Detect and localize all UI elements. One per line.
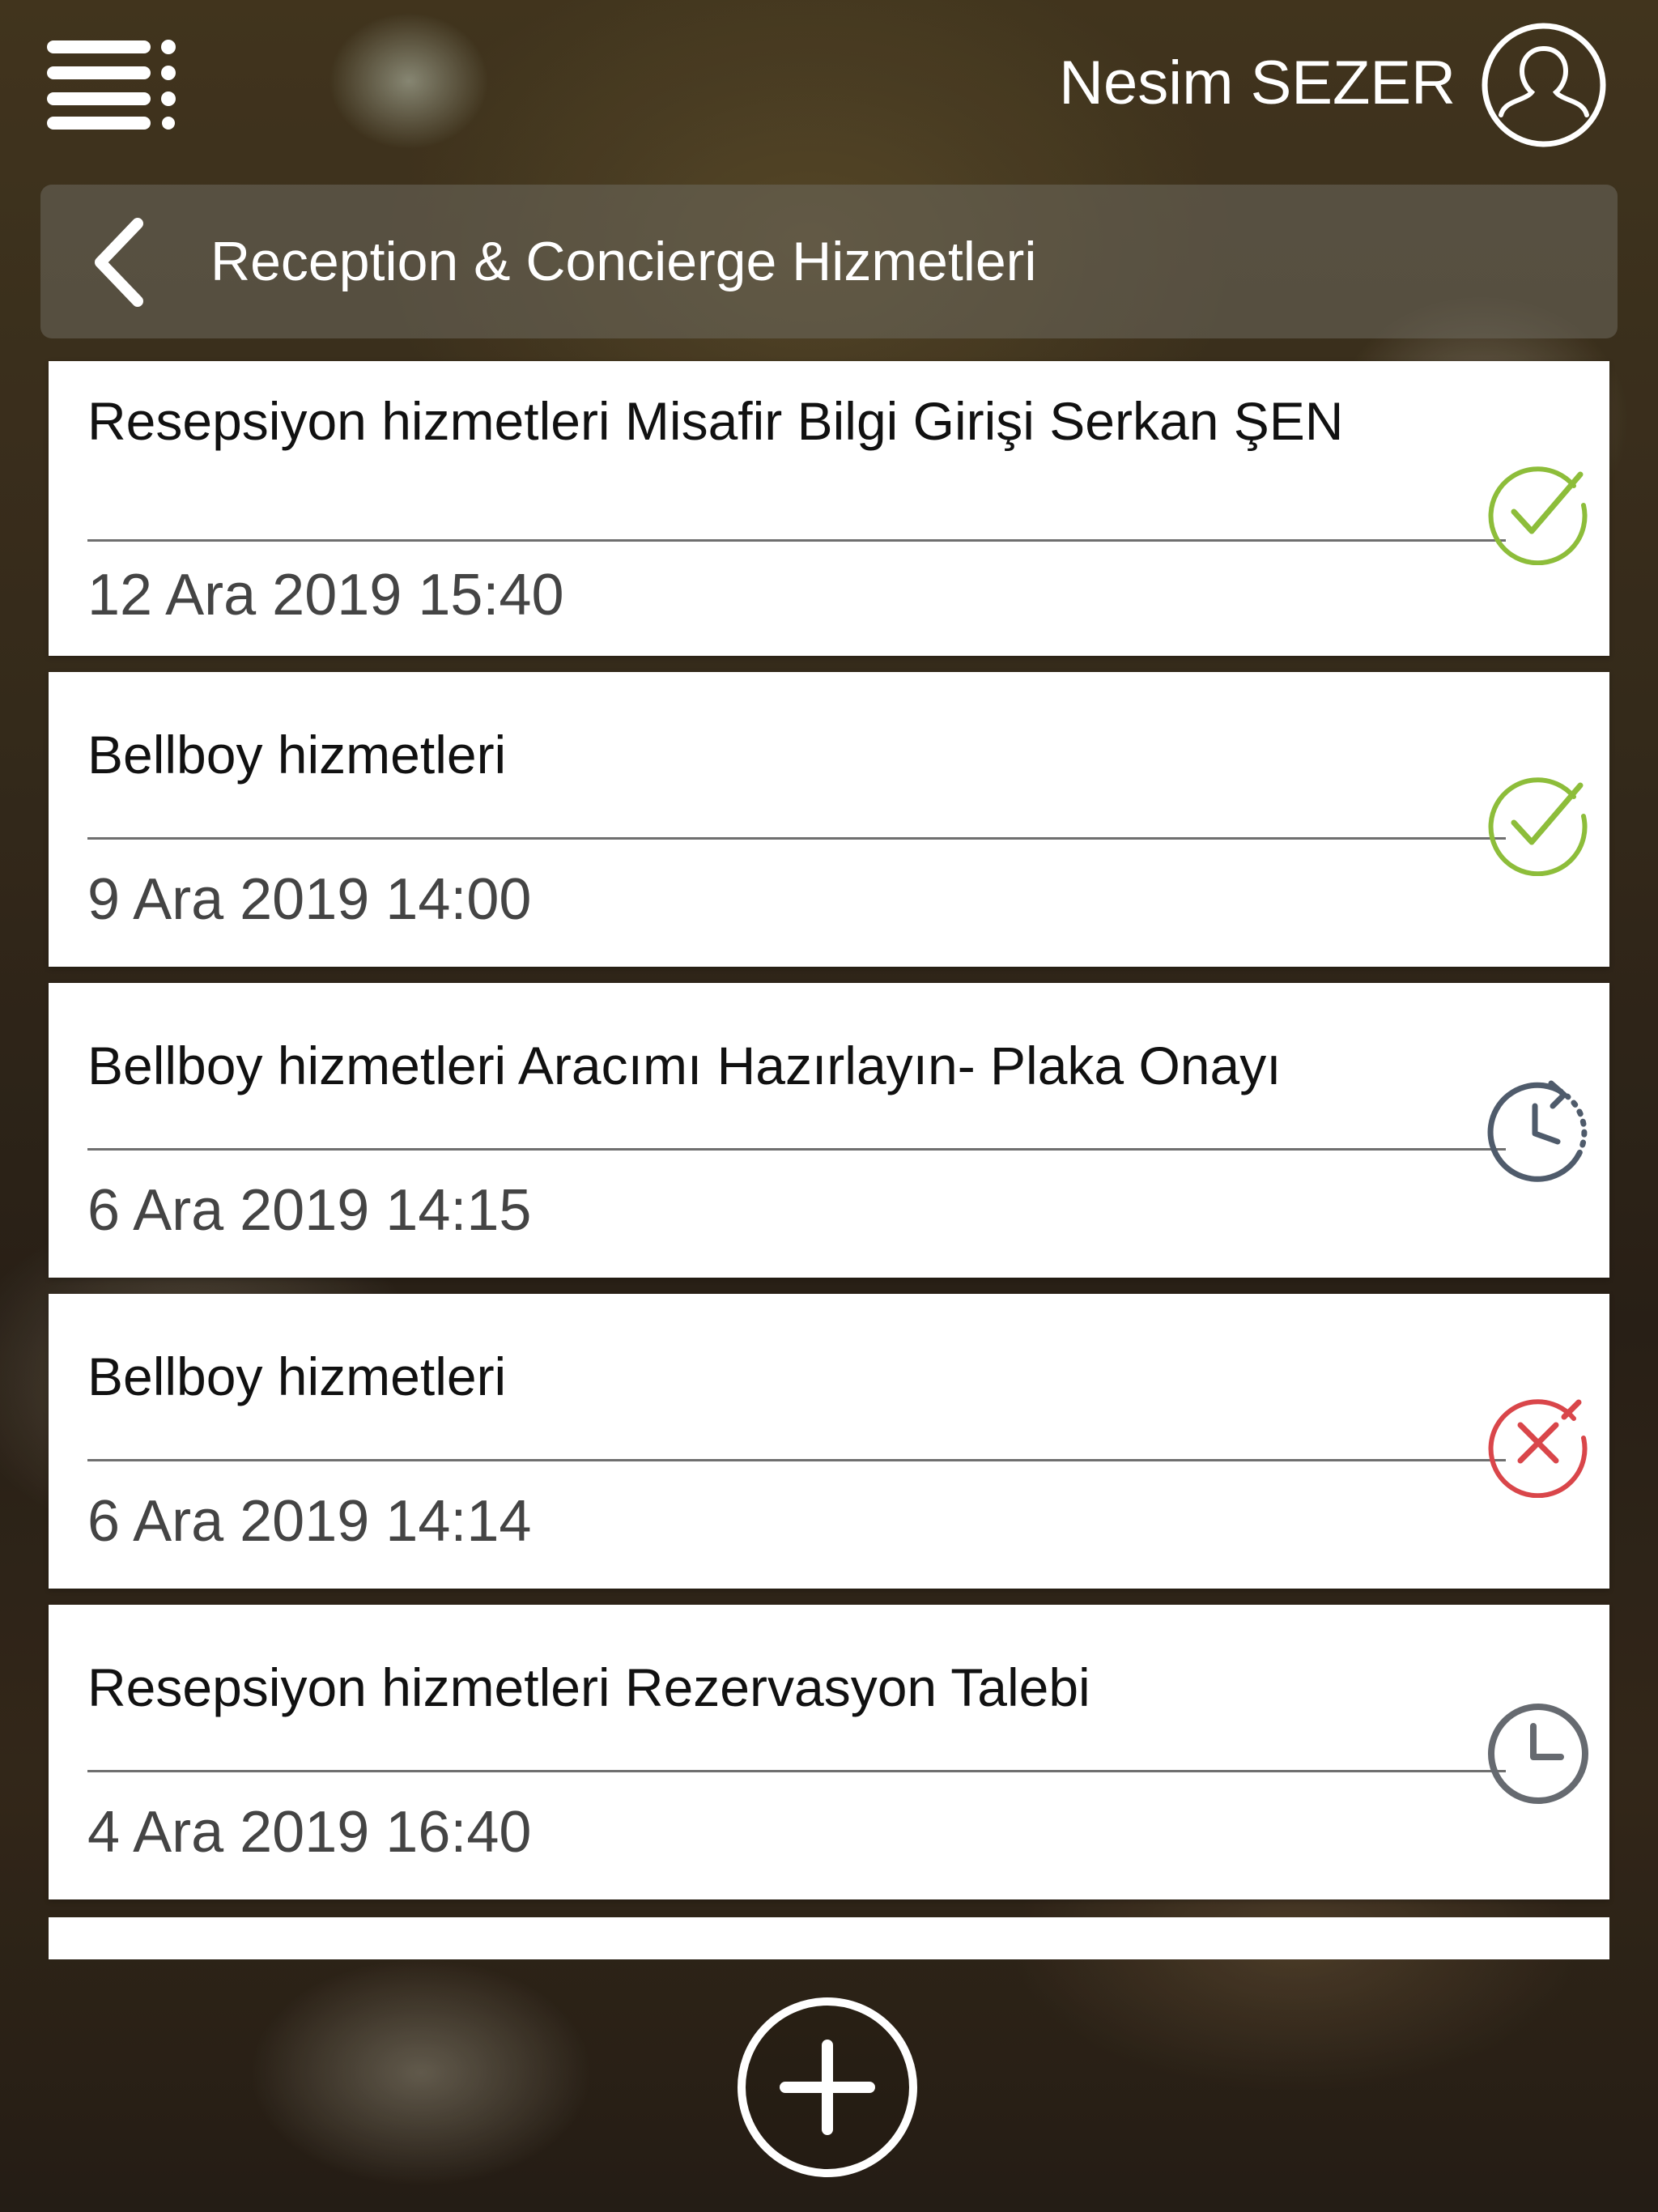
request-card-partial[interactable] xyxy=(49,1917,1609,1959)
request-title: Resepsiyon hizmetleri Rezervasyon Talebi xyxy=(87,1657,1090,1717)
request-date: 4 Ara 2019 16:40 xyxy=(87,1800,532,1865)
request-date: 6 Ara 2019 14:15 xyxy=(87,1178,532,1243)
x-circle-icon xyxy=(1483,1388,1593,1498)
request-card[interactable]: Resepsiyon hizmetleri Rezervasyon Talebi… xyxy=(49,1605,1609,1899)
request-title: Bellboy hizmetleri Aracımı Hazırlayın- P… xyxy=(87,1036,1282,1095)
request-card[interactable]: Bellboy hizmetleri 6 Ara 2019 14:14 xyxy=(49,1294,1609,1589)
title-bar: Reception & Concierge Hizmetleri xyxy=(40,185,1618,338)
check-circle-icon xyxy=(1483,766,1593,876)
clock-icon xyxy=(1483,1699,1593,1809)
request-title: Bellboy hizmetleri xyxy=(87,725,507,785)
divider xyxy=(87,1459,1506,1461)
chevron-left-icon[interactable] xyxy=(79,214,176,311)
check-circle-icon xyxy=(1483,455,1593,565)
divider xyxy=(87,1770,1506,1772)
request-title: Bellboy hizmetleri xyxy=(87,1346,507,1406)
request-date: 6 Ara 2019 14:14 xyxy=(87,1489,532,1554)
request-card[interactable]: Bellboy hizmetleri 9 Ara 2019 14:00 xyxy=(49,672,1609,967)
divider xyxy=(87,1148,1506,1151)
divider xyxy=(87,539,1506,542)
request-card[interactable]: Resepsiyon hizmetleri Misafir Bilgi Giri… xyxy=(49,361,1609,656)
request-title: Resepsiyon hizmetleri Misafir Bilgi Giri… xyxy=(87,391,1344,451)
user-icon[interactable] xyxy=(1480,21,1608,149)
divider xyxy=(87,837,1506,840)
menu-icon[interactable] xyxy=(47,39,176,130)
plus-circle-icon[interactable] xyxy=(733,1993,921,2181)
request-date: 9 Ara 2019 14:00 xyxy=(87,867,532,932)
user-name: Nesim SEZER xyxy=(1059,49,1456,117)
page-title: Reception & Concierge Hizmetleri xyxy=(210,231,1037,292)
request-card[interactable]: Bellboy hizmetleri Aracımı Hazırlayın- P… xyxy=(49,983,1609,1278)
request-list: Resepsiyon hizmetleri Misafir Bilgi Giri… xyxy=(49,361,1609,1916)
request-date: 12 Ara 2019 15:40 xyxy=(87,563,564,627)
clock-refresh-icon xyxy=(1483,1077,1593,1187)
